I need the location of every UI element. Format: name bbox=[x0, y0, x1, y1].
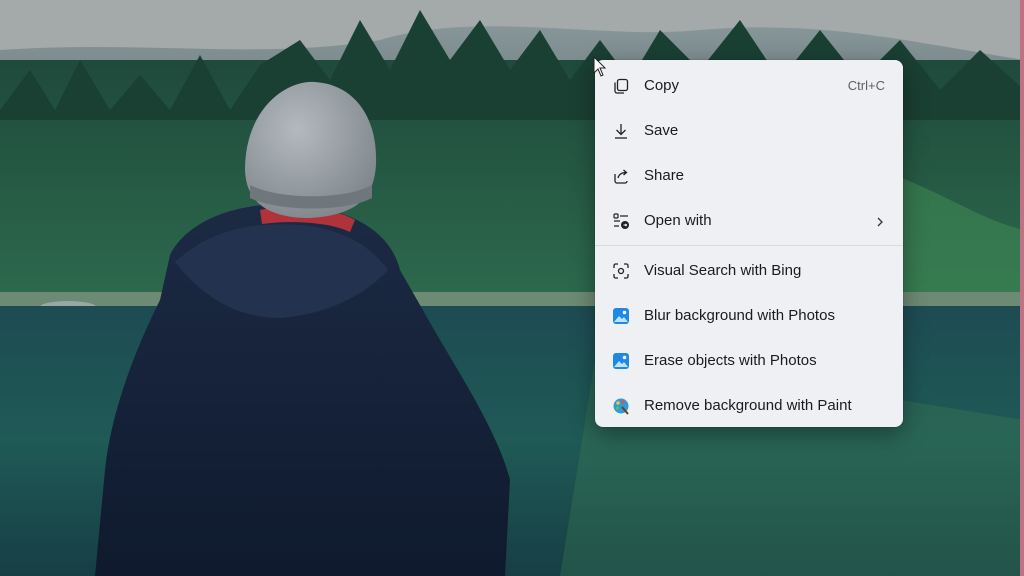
menu-item-save[interactable]: Save bbox=[595, 108, 903, 153]
chevron-right-icon bbox=[875, 215, 885, 227]
menu-separator bbox=[595, 245, 903, 246]
menu-item-label: Blur background with Photos bbox=[644, 307, 835, 324]
photos-app-icon bbox=[611, 351, 631, 371]
copy-icon bbox=[611, 76, 631, 96]
menu-item-erase-objects[interactable]: Erase objects with Photos bbox=[595, 338, 903, 383]
shortcut-text: Ctrl+C bbox=[847, 78, 885, 93]
menu-item-open-with[interactable]: Open with bbox=[595, 198, 903, 243]
menu-item-label: Share bbox=[644, 167, 685, 184]
menu-item-label: Save bbox=[644, 122, 679, 139]
download-icon bbox=[611, 121, 631, 141]
menu-item-visual-search[interactable]: Visual Search with Bing bbox=[595, 248, 903, 293]
screen-edge-accent bbox=[1020, 0, 1024, 576]
menu-item-remove-background[interactable]: Remove background with Paint bbox=[595, 383, 903, 428]
visual-search-icon bbox=[611, 261, 631, 281]
menu-item-label: Erase objects with Photos bbox=[644, 352, 817, 369]
menu-item-share[interactable]: Share bbox=[595, 153, 903, 198]
share-icon bbox=[611, 166, 631, 186]
mouse-cursor-icon bbox=[593, 55, 607, 78]
menu-item-label: Visual Search with Bing bbox=[644, 262, 802, 279]
paint-app-icon bbox=[611, 396, 631, 416]
open-with-icon bbox=[611, 211, 631, 231]
menu-item-label: Copy bbox=[644, 77, 680, 94]
menu-item-label: Open with bbox=[644, 212, 712, 229]
menu-item-blur-background[interactable]: Blur background with Photos bbox=[595, 293, 903, 338]
photos-app-icon bbox=[611, 306, 631, 326]
image-context-menu: Copy Ctrl+C Save Share Open with Visual … bbox=[595, 60, 903, 427]
menu-item-label: Remove background with Paint bbox=[644, 397, 852, 414]
menu-item-copy[interactable]: Copy Ctrl+C bbox=[595, 63, 903, 108]
